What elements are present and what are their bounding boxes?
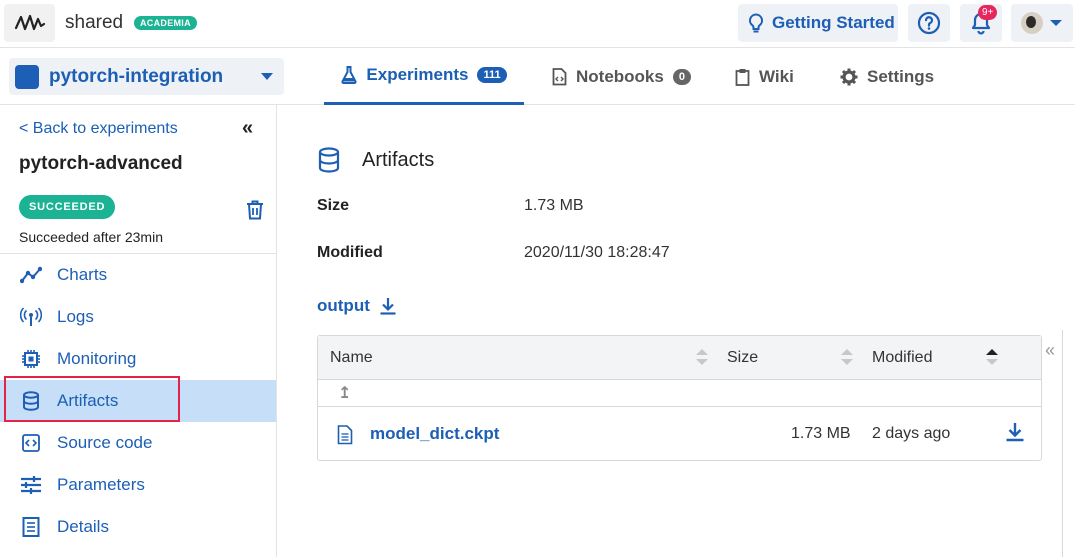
- table-row[interactable]: model_dict.ckpt 1.73 MB 2 days ago: [318, 408, 1041, 460]
- sidebar-item-monitoring[interactable]: Monitoring: [0, 338, 276, 380]
- chip-icon: [20, 348, 42, 370]
- column-header-size[interactable]: Size: [727, 349, 758, 367]
- status-badge: SUCCEEDED: [19, 195, 116, 219]
- page-title: Artifacts: [318, 147, 434, 173]
- getting-started-label: Getting Started: [772, 13, 895, 32]
- experiments-count-badge: 111: [477, 67, 507, 83]
- level-up-icon: ↥: [338, 385, 352, 402]
- project-color-icon: [15, 64, 39, 89]
- size-value: 1.73 MB: [524, 197, 584, 214]
- tab-wiki-label: Wiki: [759, 66, 794, 86]
- artifacts-table: Name Size Modified ↥ model_dict.ckpt 1.7…: [317, 335, 1042, 461]
- org-plan-badge: ACADEMIA: [134, 16, 197, 30]
- sliders-icon: [20, 474, 42, 496]
- column-header-name[interactable]: Name: [330, 349, 373, 367]
- tab-wiki[interactable]: Wiki: [735, 48, 794, 105]
- notebooks-count-badge: 0: [672, 68, 691, 85]
- wave-logo-icon[interactable]: [4, 4, 55, 42]
- help-button[interactable]: [908, 4, 950, 42]
- sidebar-item-label: Charts: [57, 265, 108, 284]
- broadcast-icon: [20, 306, 42, 328]
- tab-experiments-label: Experiments: [366, 65, 469, 84]
- tab-settings-label: Settings: [867, 66, 935, 86]
- collapse-sidebar-icon[interactable]: «: [242, 117, 253, 140]
- flask-icon: [341, 66, 358, 84]
- expand-panel-icon[interactable]: «: [1045, 340, 1055, 361]
- getting-started-button[interactable]: Getting Started: [738, 4, 898, 42]
- document-icon: [20, 516, 42, 538]
- chevron-down-icon: [261, 73, 273, 80]
- question-circle-icon: [917, 11, 941, 35]
- project-name: pytorch-integration: [49, 65, 224, 87]
- chart-icon: [20, 264, 42, 286]
- sidebar-item-label: Details: [57, 517, 109, 536]
- selection-highlight-box: [4, 376, 180, 422]
- back-to-experiments-link[interactable]: < Back to experiments: [19, 120, 178, 138]
- download-icon: [380, 298, 396, 315]
- page-title-text: Artifacts: [362, 148, 435, 171]
- file-size: 1.73 MB: [791, 425, 851, 442]
- project-bar: pytorch-integration Experiments 111 Note…: [0, 48, 1075, 105]
- top-bar: shared ACADEMIA Getting Started 9+: [0, 0, 1075, 48]
- parent-directory-row[interactable]: ↥: [318, 380, 1041, 407]
- lightbulb-icon: [749, 13, 763, 33]
- modified-label: Modified: [317, 244, 383, 261]
- sort-icon[interactable]: [696, 349, 708, 367]
- sort-icon[interactable]: [841, 349, 853, 367]
- sidebar-item-source-code[interactable]: Source code: [0, 422, 276, 464]
- tab-settings[interactable]: Settings: [840, 48, 934, 105]
- status-duration-text: Succeeded after 23min: [19, 229, 163, 245]
- gear-icon: [840, 68, 858, 85]
- sidebar-item-parameters[interactable]: Parameters: [0, 464, 276, 506]
- sidebar-item-label: Parameters: [57, 475, 145, 494]
- tab-notebooks[interactable]: Notebooks 0: [552, 48, 691, 105]
- org-name[interactable]: shared: [65, 12, 123, 34]
- caret-down-icon: [1050, 20, 1062, 26]
- notebook-icon: [552, 67, 567, 85]
- file-icon: [337, 425, 353, 450]
- download-folder-link[interactable]: output: [317, 296, 397, 316]
- size-label: Size: [317, 197, 350, 214]
- user-menu-button[interactable]: [1011, 4, 1073, 42]
- experiment-name: pytorch-advanced: [19, 153, 183, 174]
- notifications-count-badge: 9+: [978, 5, 998, 20]
- experiment-sidebar: < Back to experiments « pytorch-advanced…: [0, 105, 277, 557]
- trash-icon[interactable]: [246, 200, 264, 225]
- sidebar-item-charts[interactable]: Charts: [0, 254, 276, 296]
- column-header-modified[interactable]: Modified: [872, 349, 932, 367]
- sort-ascending-icon[interactable]: [986, 349, 998, 367]
- tab-notebooks-label: Notebooks: [576, 66, 664, 86]
- file-modified: 2 days ago: [872, 425, 951, 442]
- file-name-link[interactable]: model_dict.ckpt: [370, 424, 499, 444]
- code-icon: [20, 432, 42, 454]
- project-selector[interactable]: pytorch-integration: [9, 58, 284, 95]
- table-header: Name Size Modified: [318, 336, 1041, 380]
- sidebar-item-label: Logs: [57, 307, 94, 326]
- modified-value: 2020/11/30 18:28:47: [524, 244, 670, 261]
- artifacts-panel: Artifacts Size 1.73 MB Modified 2020/11/…: [278, 105, 1075, 557]
- sidebar-item-label: Monitoring: [57, 349, 137, 368]
- clipboard-icon: [735, 68, 750, 86]
- download-icon[interactable]: [1005, 422, 1025, 447]
- sidebar-item-details[interactable]: Details: [0, 506, 276, 548]
- tab-experiments[interactable]: Experiments 111: [324, 48, 524, 105]
- folder-name: output: [317, 296, 370, 315]
- panel-divider: [1062, 330, 1063, 557]
- sidebar-item-label: Source code: [57, 433, 153, 452]
- avatar: [1021, 12, 1043, 34]
- sidebar-item-logs[interactable]: Logs: [0, 296, 276, 338]
- database-icon: [318, 147, 340, 173]
